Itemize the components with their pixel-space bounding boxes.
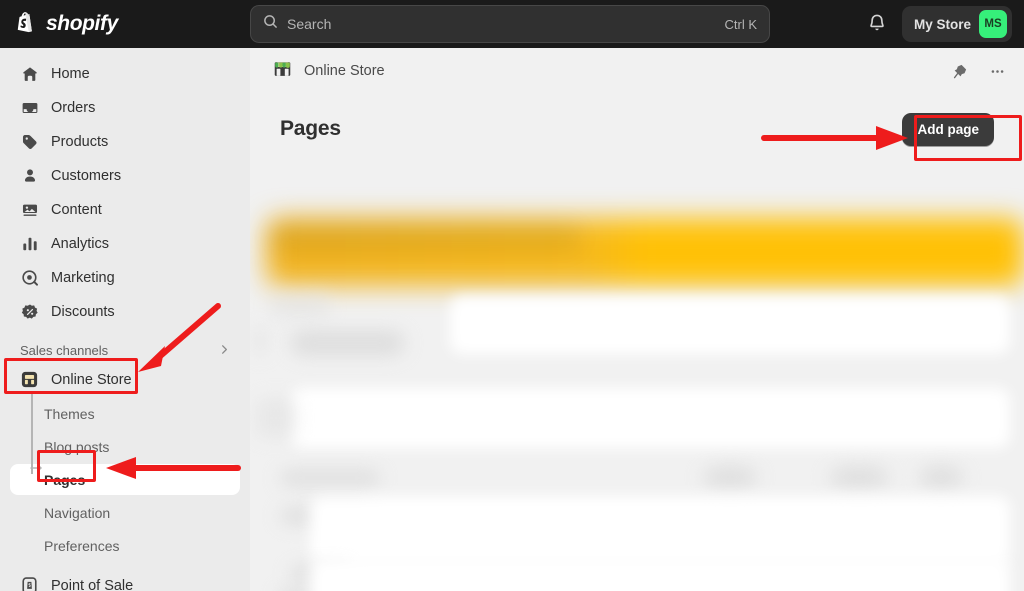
search-container: Search Ctrl K xyxy=(250,5,770,43)
content-card-middle xyxy=(290,388,1010,448)
ghost-row-cell xyxy=(828,466,890,488)
sidebar-item-analytics[interactable]: Analytics xyxy=(10,228,240,259)
breadcrumb[interactable]: Online Store xyxy=(272,58,385,84)
sidebar-item-label: Online Store xyxy=(51,371,132,388)
bar-chart-icon xyxy=(20,234,39,253)
add-page-button[interactable]: Add page xyxy=(902,112,994,146)
sidebar-item-label: Analytics xyxy=(51,235,110,252)
ghost-block xyxy=(256,398,296,438)
store-switcher[interactable]: My Store MS xyxy=(901,6,1012,42)
megaphone-target-icon xyxy=(20,268,39,287)
sidebar-item-orders[interactable]: Orders xyxy=(10,92,240,123)
sidebar-item-navigation[interactable]: Navigation xyxy=(10,497,240,528)
storefront-icon xyxy=(20,370,39,389)
store-name: My Store xyxy=(913,16,971,32)
blurred-page-content xyxy=(250,208,1024,591)
sidebar-item-label: Home xyxy=(51,65,90,82)
sidebar-item-discounts[interactable]: Discounts xyxy=(10,296,240,327)
main-content: Online Store Pages Add page xyxy=(250,48,1024,591)
pos-bag-icon xyxy=(20,576,39,591)
bell-icon[interactable] xyxy=(866,13,888,35)
search-icon xyxy=(263,14,278,34)
sidebar-item-label: Marketing xyxy=(51,269,115,286)
content-card-upper xyxy=(450,296,1010,354)
sidebar-section-sales-channels[interactable]: Sales channels xyxy=(10,336,240,364)
ghost-row-label xyxy=(280,470,380,486)
sidebar-item-label: Preferences xyxy=(44,537,120,554)
sidebar-item-pages[interactable]: Pages xyxy=(10,464,240,495)
ghost-row-cell xyxy=(918,466,964,488)
sidebar-item-label: Customers xyxy=(51,167,122,184)
sidebar-item-label: Products xyxy=(51,133,109,150)
person-icon xyxy=(20,166,39,185)
storefront-icon xyxy=(272,58,293,84)
app-body: Home Orders Products Customers Content A… xyxy=(0,48,1024,591)
sidebar-item-label: Navigation xyxy=(44,504,111,521)
sidebar-item-content[interactable]: Content xyxy=(10,194,240,225)
sidebar-item-customers[interactable]: Customers xyxy=(10,160,240,191)
ghost-row-cell xyxy=(702,466,758,488)
sidebar-item-label: Discounts xyxy=(51,303,115,320)
ghost-block xyxy=(270,294,330,318)
tree-connector-arrow xyxy=(30,460,44,472)
sidebar-item-preferences[interactable]: Preferences xyxy=(10,530,240,561)
shopify-admin-window: shopify Search Ctrl K My Store MS Home O… xyxy=(0,0,1024,591)
more-horizontal-icon[interactable] xyxy=(984,58,1010,84)
sidebar-item-home[interactable]: Home xyxy=(10,58,240,89)
sidebar-item-products[interactable]: Products xyxy=(10,126,240,157)
orders-inbox-icon xyxy=(20,98,39,117)
sidebar-item-online-store[interactable]: Online Store xyxy=(10,364,240,395)
image-content-icon xyxy=(20,200,39,219)
shopify-bag-icon xyxy=(16,12,38,36)
online-store-subnav: Themes Blog posts Pages Navigation Prefe… xyxy=(10,392,240,561)
tag-icon xyxy=(20,132,39,151)
chevron-right-icon[interactable] xyxy=(219,343,230,358)
sidebar-item-themes[interactable]: Themes xyxy=(10,398,240,429)
ghost-search-field xyxy=(290,330,405,356)
search-shortcut: Ctrl K xyxy=(724,16,758,32)
search-input[interactable]: Search Ctrl K xyxy=(250,5,770,43)
brand-name: shopify xyxy=(46,12,118,35)
sidebar-item-marketing[interactable]: Marketing xyxy=(10,262,240,293)
sidebar-item-blog-posts[interactable]: Blog posts xyxy=(10,431,240,462)
sidebar-item-label: Themes xyxy=(44,405,95,422)
breadcrumb-bar: Online Store xyxy=(250,48,1024,94)
sidebar-item-point-of-sale[interactable]: Point of Sale xyxy=(10,570,240,591)
sidebar-item-label: Blog posts xyxy=(44,438,110,455)
sidebar: Home Orders Products Customers Content A… xyxy=(0,48,250,591)
page-header: Pages Add page xyxy=(250,94,1024,152)
avatar: MS xyxy=(979,10,1007,38)
content-card-lower xyxy=(310,496,1010,566)
page-title: Pages xyxy=(280,117,341,140)
sidebar-item-label: Point of Sale xyxy=(51,577,134,591)
shopify-logo[interactable]: shopify xyxy=(0,12,232,36)
section-label: Sales channels xyxy=(20,342,109,358)
discount-gear-icon xyxy=(20,302,39,321)
content-card-bottom xyxy=(310,558,1010,591)
breadcrumb-label: Online Store xyxy=(304,63,385,79)
sidebar-item-label: Orders xyxy=(51,99,96,116)
top-bar: shopify Search Ctrl K My Store MS xyxy=(0,0,1024,48)
home-icon xyxy=(20,64,39,83)
sidebar-item-label: Content xyxy=(51,201,102,218)
sidebar-item-label: Pages xyxy=(44,471,86,488)
ghost-block xyxy=(252,326,268,356)
search-placeholder: Search xyxy=(287,16,332,32)
promo-banner-text xyxy=(270,222,580,252)
pin-icon[interactable] xyxy=(946,58,972,84)
top-bar-actions: My Store MS xyxy=(866,6,1012,42)
